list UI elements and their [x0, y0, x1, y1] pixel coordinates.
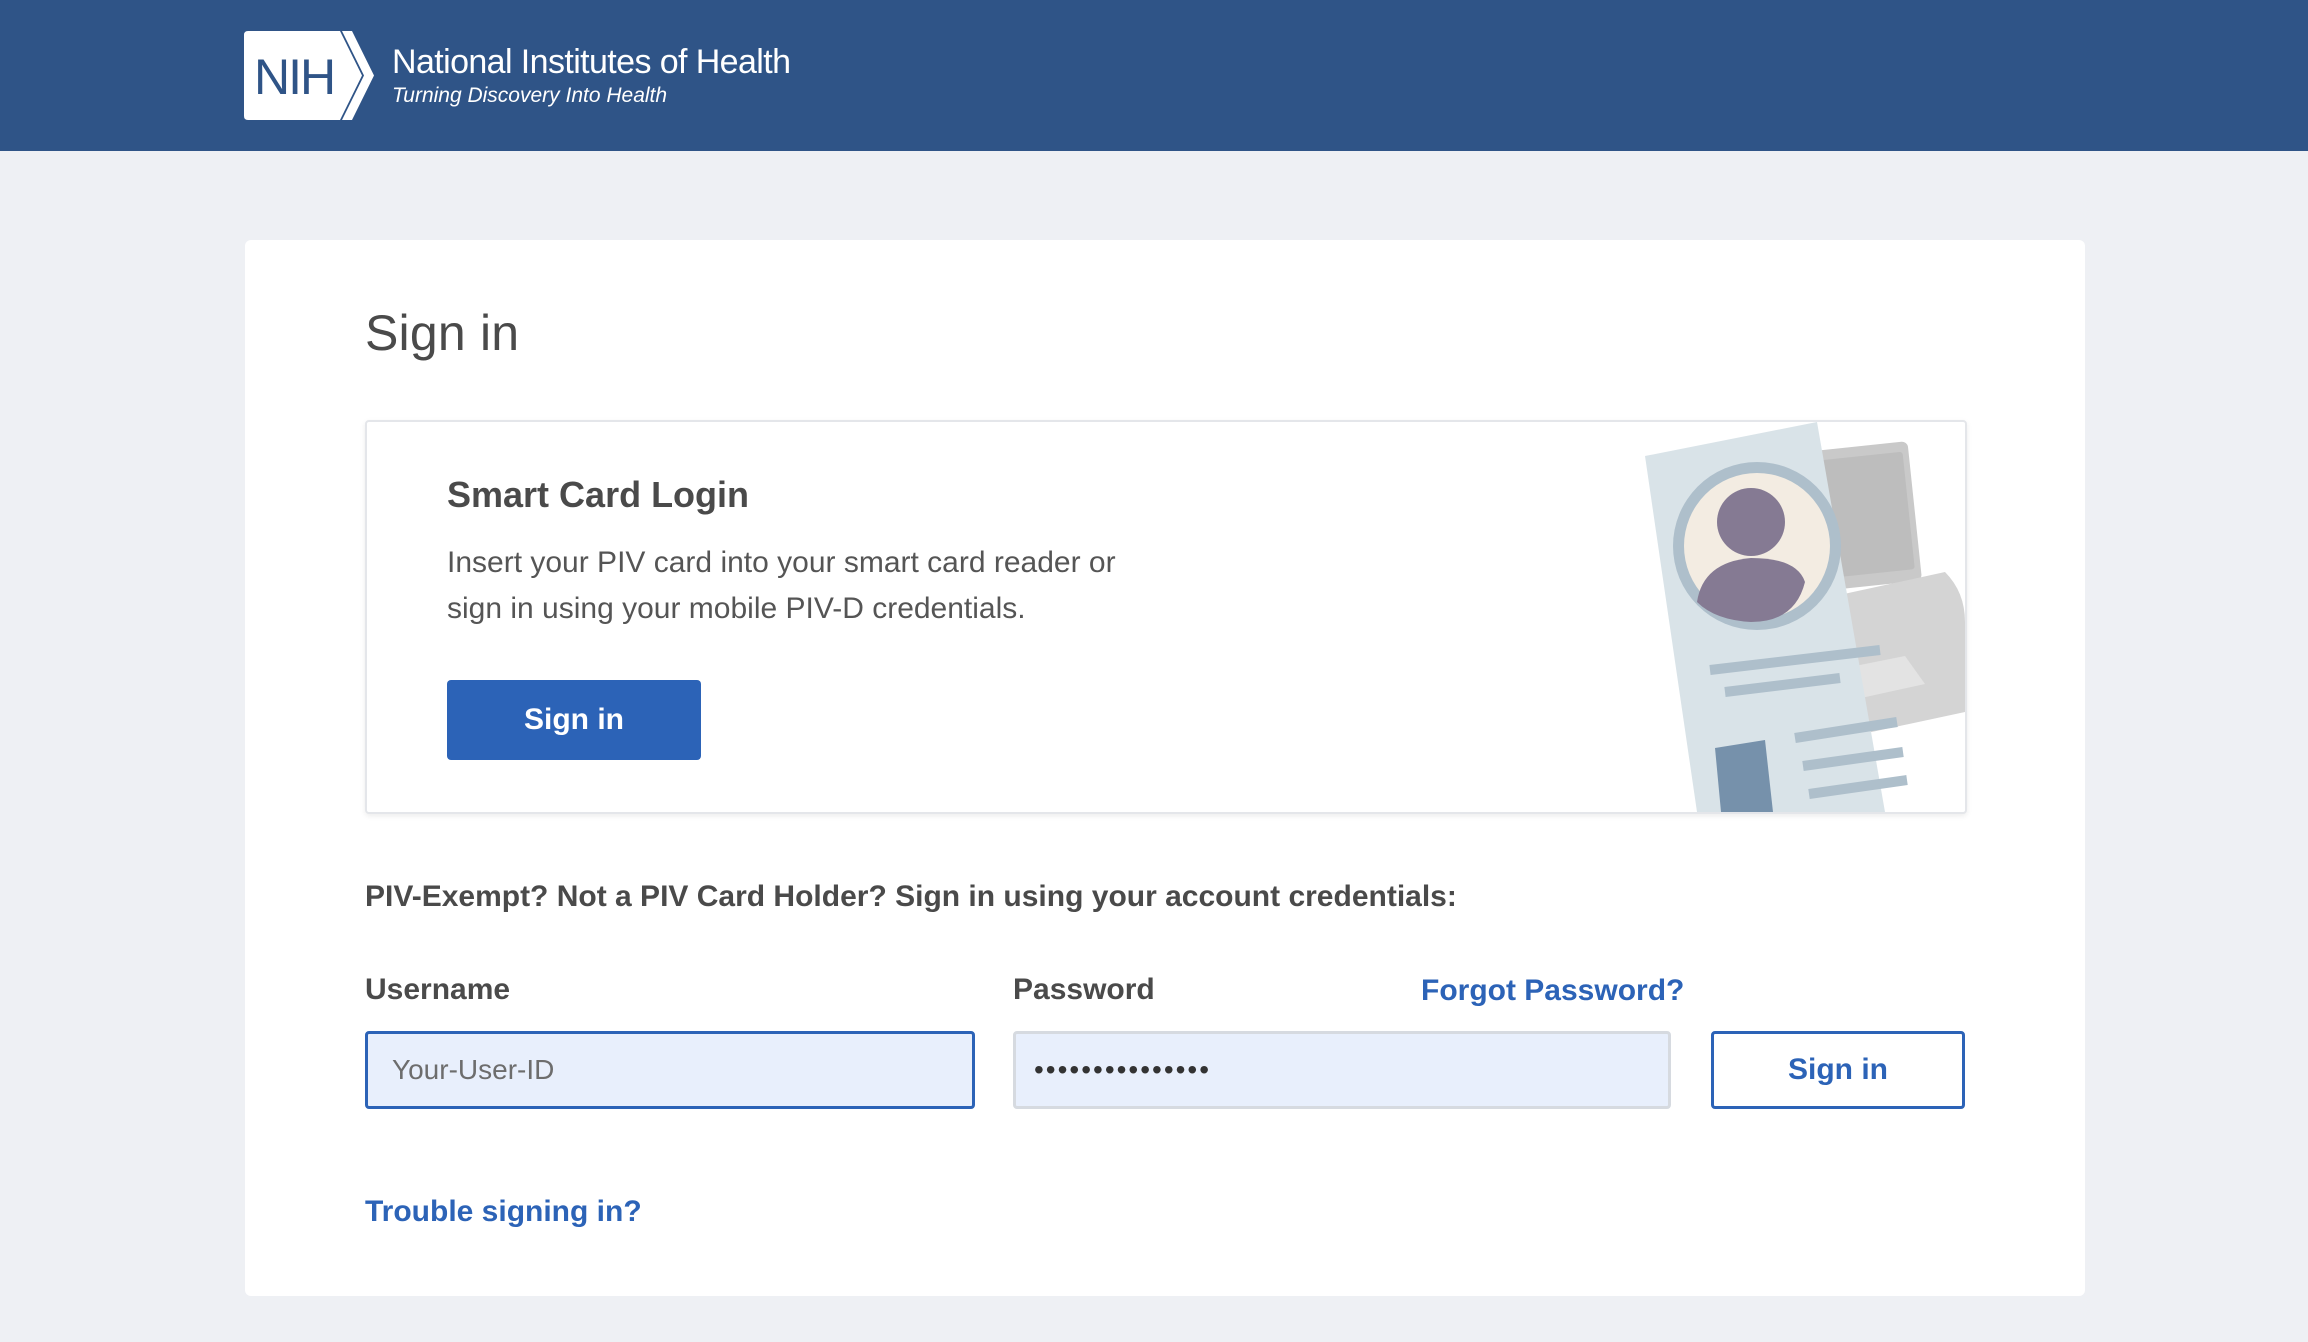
credentials-sign-in-button[interactable]: Sign in	[1711, 1031, 1965, 1109]
trouble-signing-in-link[interactable]: Trouble signing in?	[365, 1195, 642, 1229]
nih-logo-mark: NIH	[244, 31, 374, 120]
top-header-bar: NIH National Institutes of Health Turnin…	[0, 0, 2308, 151]
smart-card-title: Smart Card Login	[447, 474, 750, 515]
nih-logo[interactable]: NIH National Institutes of Health Turnin…	[244, 31, 791, 120]
smart-card-description: Insert your PIV card into your smart car…	[447, 546, 1116, 625]
sign-in-panel: Sign in Smart Card Login Insert your PIV…	[245, 240, 2085, 1296]
page-title: Sign in	[365, 305, 520, 361]
logo-abbrev: NIH	[254, 49, 334, 105]
piv-card-illustration	[1645, 422, 1965, 812]
smart-card-sign-in-button[interactable]: Sign in	[447, 680, 701, 760]
password-input[interactable]	[1013, 1031, 1671, 1109]
password-label: Password	[1013, 973, 1155, 1006]
piv-exempt-instructions: PIV-Exempt? Not a PIV Card Holder? Sign …	[365, 880, 1457, 913]
forgot-password-link[interactable]: Forgot Password?	[1421, 974, 1684, 1008]
logo-wordmark: National Institutes of Health Turning Di…	[392, 42, 791, 109]
username-label: Username	[365, 973, 511, 1006]
org-tagline: Turning Discovery Into Health	[392, 83, 668, 107]
smart-card-login-card: Smart Card Login Insert your PIV card in…	[365, 420, 1967, 814]
username-input[interactable]	[365, 1031, 975, 1109]
org-name: National Institutes of Health	[392, 42, 791, 81]
